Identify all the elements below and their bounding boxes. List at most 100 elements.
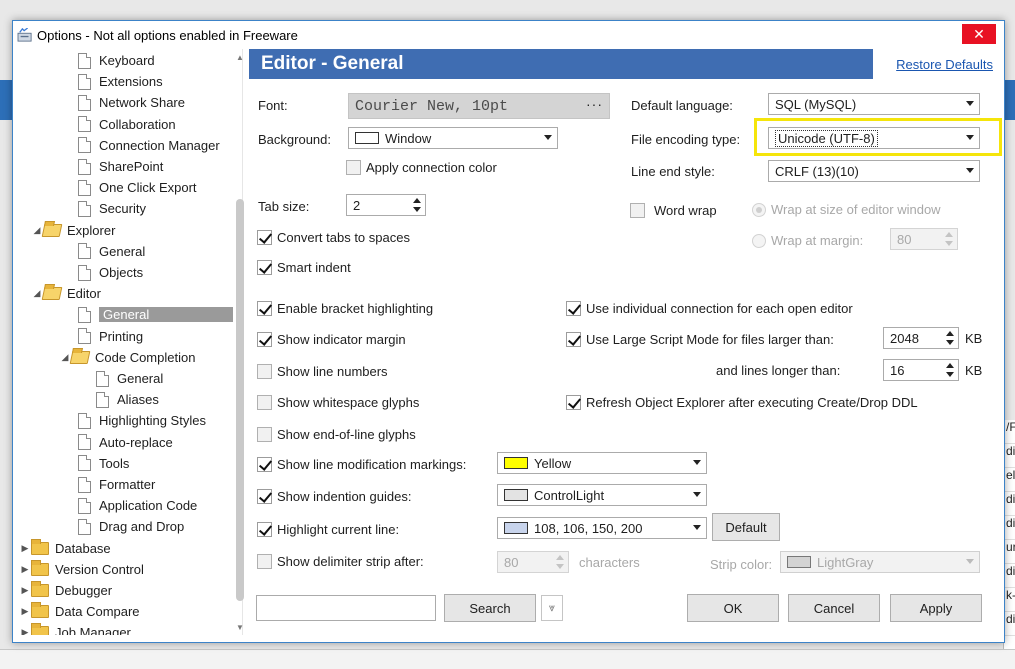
whitespace-glyphs-checkbox[interactable]: Show whitespace glyphs [257, 393, 419, 411]
tree-item[interactable]: Objects [77, 262, 143, 283]
tree-item[interactable]: Collaboration [77, 114, 176, 135]
wrap-editor-window-radio[interactable]: Wrap at size of editor window [752, 202, 941, 217]
chevron-down-icon [544, 135, 552, 140]
tree-item[interactable]: Highlighting Styles [77, 410, 206, 431]
delimiter-stepper[interactable]: 80 [497, 551, 569, 573]
tree-item[interactable]: ◢ Editor [31, 283, 101, 304]
indention-guides-label: Show indention guides: [277, 488, 412, 504]
spin-arrows-icon[interactable] [556, 555, 564, 569]
tree-item-label: Job Manager [55, 625, 131, 635]
wrap-margin-radio[interactable]: Wrap at margin: [752, 233, 863, 248]
tree-scrollbar[interactable]: ▲ ▼ [235, 49, 245, 635]
bg-cell: k- [1004, 588, 1015, 612]
scroll-up-icon[interactable]: ▲ [235, 53, 245, 62]
default-language-select[interactable]: SQL (MySQL) [768, 93, 980, 115]
ok-button[interactable]: OK [687, 594, 779, 622]
individual-connection-checkbox[interactable]: Use individual connection for each open … [566, 299, 853, 317]
large-script-stepper[interactable]: 2048 [883, 327, 959, 349]
expand-arrow-icon[interactable]: ▶ [19, 585, 31, 596]
page-icon [78, 434, 91, 451]
tree-item[interactable]: SharePoint [77, 156, 163, 177]
word-wrap-checkbox[interactable]: Word wrap [630, 201, 717, 219]
apply-button[interactable]: Apply [890, 594, 982, 622]
search-input[interactable] [256, 595, 436, 621]
highlight-current-line-checkbox[interactable]: Highlight current line: [257, 520, 399, 538]
spin-arrows-icon[interactable] [945, 232, 953, 246]
refresh-explorer-checkbox[interactable]: Refresh Object Explorer after executing … [566, 393, 918, 411]
default-language-value: SQL (MySQL) [775, 96, 857, 112]
delimiter-strip-checkbox[interactable]: Show delimiter strip after: [257, 552, 424, 570]
background-label: Background: [258, 132, 331, 147]
tree-item[interactable]: ▶ Version Control [19, 559, 144, 580]
tree-item[interactable]: ◢ Explorer [31, 220, 116, 241]
smart-indent-checkbox[interactable]: Smart indent [257, 258, 351, 276]
page-header: Editor - General Restore Defaults [249, 49, 1003, 79]
default-color-button[interactable]: Default [712, 513, 780, 541]
indicator-margin-checkbox[interactable]: Show indicator margin [257, 330, 406, 348]
smart-indent-label: Smart indent [277, 259, 351, 275]
eol-glyphs-checkbox[interactable]: Show end-of-line glyphs [257, 425, 416, 443]
expand-arrow-icon[interactable]: ▶ [19, 606, 31, 617]
tree-item[interactable]: Drag and Drop [77, 516, 184, 537]
tree-item[interactable]: Printing [77, 326, 143, 347]
tree-item-label: Formatter [99, 477, 156, 492]
tree-item[interactable]: General [77, 304, 233, 325]
tree-item[interactable]: One Click Export [77, 177, 197, 198]
tree-item[interactable]: Network Share [77, 92, 185, 113]
line-mod-markings-checkbox[interactable]: Show line modification markings: [257, 455, 466, 473]
tree-item[interactable]: ◢ Code Completion [59, 347, 196, 368]
tree-item-label: Objects [99, 265, 144, 280]
convert-tabs-checkbox[interactable]: Convert tabs to spaces [257, 228, 410, 246]
tree-item[interactable]: Security [77, 198, 146, 219]
expand-search-button[interactable]: ⩔ [541, 595, 563, 621]
indention-guides-checkbox[interactable]: Show indention guides: [257, 487, 411, 505]
spin-arrows-icon[interactable] [413, 198, 421, 212]
highlight-color-select[interactable]: 108, 106, 150, 200 [497, 517, 707, 539]
line-numbers-checkbox[interactable]: Show line numbers [257, 362, 388, 380]
tree-item[interactable]: ▶ Database [19, 538, 111, 559]
bg-cell: di [1004, 564, 1015, 588]
close-button[interactable]: ✕ [962, 24, 996, 44]
tree-item-label: Connection Manager [99, 137, 220, 153]
tree-item[interactable]: Formatter [77, 474, 155, 495]
tree-item[interactable]: Connection Manager [77, 135, 220, 156]
tab-size-value: 2 [353, 197, 361, 213]
tree-item[interactable]: Tools [77, 453, 129, 474]
lines-longer-stepper[interactable]: 16 [883, 359, 959, 381]
font-field[interactable]: Courier New, 10pt ··· [348, 93, 610, 119]
tab-size-stepper[interactable]: 2 [346, 194, 426, 216]
tree-item[interactable]: General [95, 368, 163, 389]
line-mod-color-select[interactable]: Yellow [497, 452, 707, 474]
tree-item[interactable]: ▶ Job Manager [19, 622, 131, 635]
tree-item[interactable]: Auto-replace [77, 432, 173, 453]
bracket-highlighting-checkbox[interactable]: Enable bracket highlighting [257, 299, 433, 317]
cancel-button[interactable]: Cancel [788, 594, 880, 622]
indention-color-select[interactable]: ControlLight [497, 484, 707, 506]
font-value: Courier New, 10pt [355, 97, 509, 115]
expand-arrow-icon[interactable]: ▶ [19, 564, 31, 575]
tree-item[interactable]: Extensions [77, 71, 163, 92]
line-end-select[interactable]: CRLF (13)(10) [768, 160, 980, 182]
tree-item[interactable]: ▶ Debugger [19, 580, 112, 601]
scroll-down-icon[interactable]: ▼ [235, 623, 245, 632]
restore-defaults-link[interactable]: Restore Defaults [896, 57, 993, 72]
scroll-thumb[interactable] [236, 199, 244, 601]
spin-arrows-icon[interactable] [946, 363, 954, 377]
tree-item-label: SharePoint [99, 159, 164, 174]
large-script-checkbox[interactable]: Use Large Script Mode for files larger t… [566, 330, 834, 348]
tree-item[interactable]: Application Code [77, 495, 197, 516]
spin-arrows-icon[interactable] [946, 331, 954, 345]
search-button[interactable]: Search [444, 594, 536, 622]
tree-item[interactable]: Keyboard [77, 50, 155, 71]
tree-item[interactable]: ▶ Data Compare [19, 601, 140, 622]
font-browse-button[interactable]: ··· [586, 96, 603, 112]
expand-arrow-icon[interactable]: ▶ [19, 627, 31, 635]
background-select[interactable]: Window [348, 127, 558, 149]
wrap-margin-stepper[interactable]: 80 [890, 228, 958, 250]
tree-item[interactable]: General [77, 241, 145, 262]
apply-connection-color-checkbox[interactable]: Apply connection color [346, 158, 497, 176]
tree-item-label: Auto-replace [99, 434, 173, 450]
tree-item[interactable]: Aliases [95, 389, 159, 410]
strip-color-select[interactable]: LightGray [780, 551, 980, 573]
expand-arrow-icon[interactable]: ▶ [19, 543, 31, 554]
